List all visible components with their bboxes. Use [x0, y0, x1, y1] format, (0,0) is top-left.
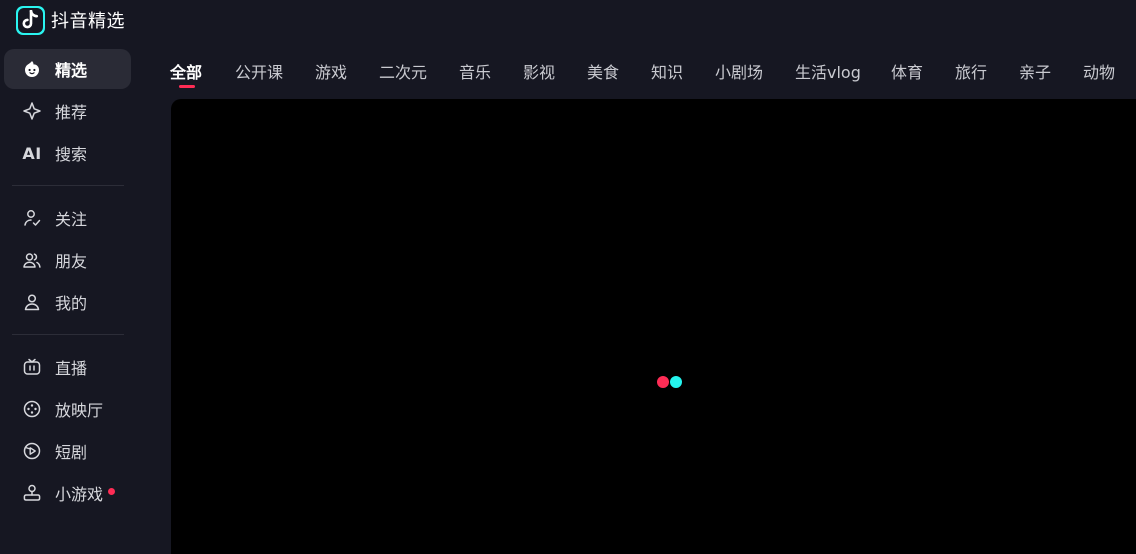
friends-icon [21, 249, 43, 271]
tab-zhishi[interactable]: 知识 [651, 56, 684, 86]
sidebar-item-label: 直播 [55, 359, 88, 378]
tab-xiaojuchang[interactable]: 小剧场 [715, 56, 764, 86]
tab-qinzi[interactable]: 亲子 [1019, 56, 1052, 86]
video-player[interactable] [171, 99, 1136, 554]
film-reel-icon [21, 398, 43, 420]
tab-tiyu[interactable]: 体育 [891, 56, 924, 86]
tab-yinyue[interactable]: 音乐 [459, 56, 492, 86]
tab-dongwu[interactable]: 动物 [1083, 56, 1116, 86]
sidebar-item-label: 朋友 [55, 252, 88, 271]
sidebar-item-sousuo[interactable]: AI 搜索 [4, 133, 131, 173]
category-tabs: 全部 公开课 游戏 二次元 音乐 影视 美食 知识 小剧场 生活vlog 体育 … [170, 56, 1116, 86]
sidebar-item-label: 放映厅 [55, 401, 104, 420]
mini-game-icon [21, 482, 43, 504]
sidebar-item-jingxuan[interactable]: 精选 [4, 49, 131, 89]
sidebar-item-duanju[interactable]: 短剧 [4, 431, 131, 471]
sidebar-divider [12, 334, 124, 335]
tab-yingshi[interactable]: 影视 [523, 56, 556, 86]
tab-gongkaike[interactable]: 公开课 [235, 56, 284, 86]
douyin-logo-icon [16, 5, 45, 35]
app-logo[interactable]: 抖音精选 [16, 5, 125, 35]
sidebar-item-guanzhu[interactable]: 关注 [4, 198, 131, 238]
sidebar-item-label: 搜索 [55, 145, 88, 164]
sidebar-item-label: 关注 [55, 210, 88, 229]
jingxuan-icon [21, 58, 43, 80]
sidebar-item-pengyou[interactable]: 朋友 [4, 240, 131, 280]
follow-icon [21, 207, 43, 229]
tab-shenghuo-vlog[interactable]: 生活vlog [795, 56, 861, 86]
tab-meishi[interactable]: 美食 [587, 56, 620, 86]
sidebar: 精选 推荐 AI 搜索 关注 朋友 我的 直播 放映厅 短剧 小游戏 [0, 48, 140, 515]
sparkle-icon [21, 100, 43, 122]
app-title: 抖音精选 [51, 11, 125, 32]
live-tv-icon [21, 356, 43, 378]
tab-erciyuan[interactable]: 二次元 [379, 56, 428, 86]
tab-lvxing[interactable]: 旅行 [955, 56, 988, 86]
sidebar-item-label: 短剧 [55, 443, 88, 462]
loading-spinner [657, 376, 682, 388]
sidebar-item-label: 小游戏 [55, 485, 104, 504]
tab-quanbu[interactable]: 全部 [170, 56, 204, 86]
loading-dot-red [657, 376, 669, 388]
ai-icon: AI [22, 143, 42, 163]
sidebar-item-fangyingting[interactable]: 放映厅 [4, 389, 131, 429]
tab-youxi[interactable]: 游戏 [315, 56, 348, 86]
sidebar-item-xiaoyouxi[interactable]: 小游戏 [4, 473, 131, 513]
sidebar-item-label: 我的 [55, 294, 88, 313]
sidebar-item-label: 推荐 [55, 103, 88, 122]
notification-dot [108, 487, 116, 495]
sidebar-item-label: 精选 [55, 61, 88, 80]
sidebar-item-wode[interactable]: 我的 [4, 282, 131, 322]
loading-dot-cyan [670, 376, 682, 388]
app-window: 抖音精选 精选 推荐 AI 搜索 关注 朋友 我的 直播 放映厅 短剧 小游戏 … [0, 0, 1136, 554]
sidebar-item-tuijian[interactable]: 推荐 [4, 91, 131, 131]
sidebar-divider [12, 185, 124, 186]
profile-icon [21, 291, 43, 313]
short-drama-icon [21, 440, 43, 462]
sidebar-item-zhibo[interactable]: 直播 [4, 347, 131, 387]
